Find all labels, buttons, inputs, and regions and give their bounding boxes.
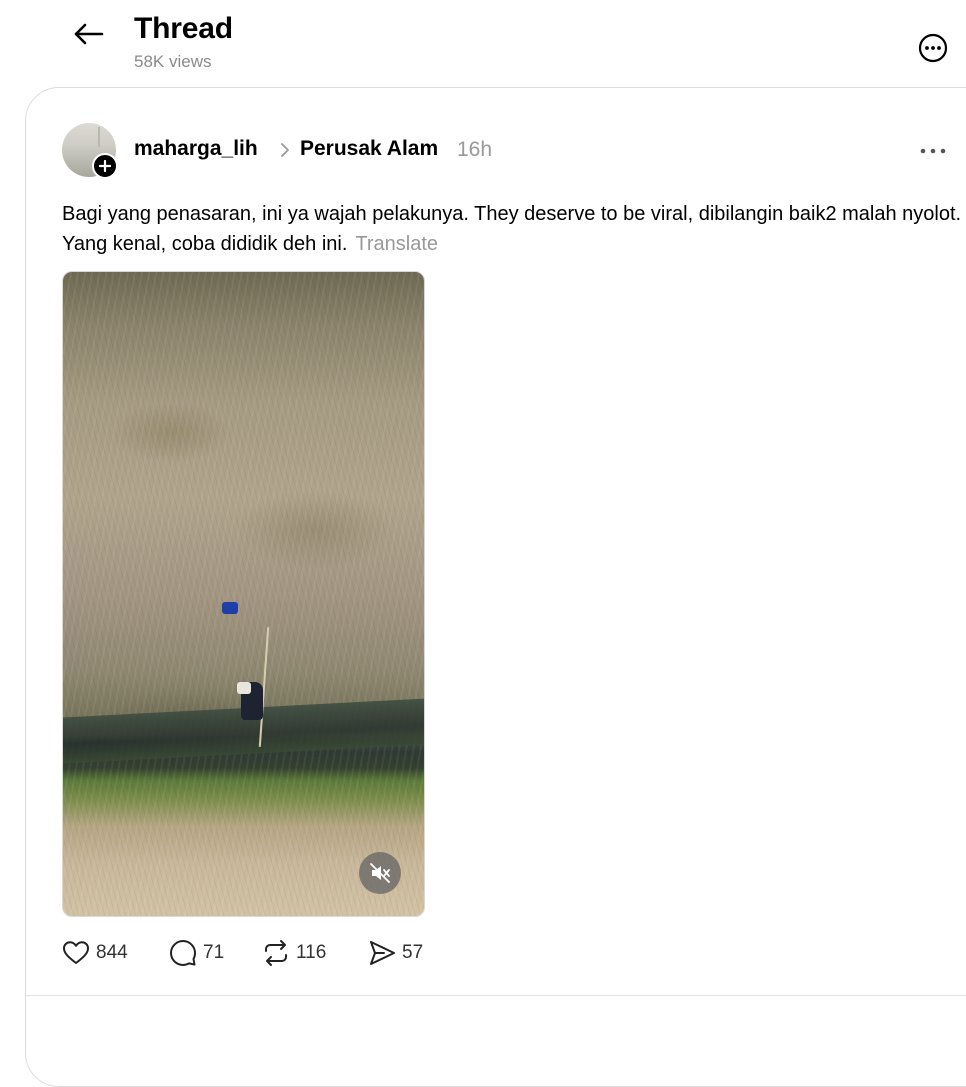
person-head <box>237 682 251 694</box>
header-more-button[interactable] <box>917 32 949 64</box>
translate-link[interactable]: Translate <box>355 233 438 255</box>
post-timestamp[interactable]: 16h <box>457 138 492 162</box>
reply-button[interactable]: 71 <box>169 936 224 970</box>
reply-count: 71 <box>203 942 225 963</box>
repost-icon <box>265 940 287 966</box>
blue-bag <box>222 602 238 614</box>
view-count: 58K views <box>134 52 212 71</box>
mute-toggle-button[interactable] <box>359 852 401 894</box>
page-title: Thread <box>134 12 233 45</box>
back-button[interactable] <box>68 14 108 54</box>
post-more-button[interactable] <box>914 136 952 166</box>
chevron-right-icon <box>281 143 289 157</box>
topic-tag[interactable]: Perusak Alam <box>300 137 438 161</box>
post-video[interactable] <box>62 271 425 917</box>
plus-icon <box>99 160 111 172</box>
repost-count: 116 <box>296 942 327 963</box>
post-text: Bagi yang penasaran, ini ya wajah pelaku… <box>62 203 962 255</box>
speaker-muted-icon <box>370 863 390 883</box>
like-button[interactable]: 844 <box>62 936 128 970</box>
video-frame <box>63 272 424 916</box>
post-divider <box>26 995 966 996</box>
heart-icon <box>63 941 89 964</box>
like-count: 844 <box>96 942 128 963</box>
arrow-left-icon <box>74 23 104 45</box>
thread-header: Thread 58K views <box>0 0 966 86</box>
author-username[interactable]: maharga_lih <box>134 137 258 161</box>
ellipsis-circle-icon <box>918 33 948 63</box>
post-body: Bagi yang penasaran, ini ya wajah pelaku… <box>62 199 962 259</box>
send-icon <box>370 941 395 965</box>
author-avatar[interactable] <box>62 123 118 179</box>
share-count: 57 <box>402 942 424 963</box>
follow-button[interactable] <box>92 153 118 179</box>
repost-button[interactable]: 116 <box>262 936 326 970</box>
comment-icon <box>170 940 196 966</box>
ellipsis-icon <box>920 148 946 154</box>
share-button[interactable]: 57 <box>368 936 423 970</box>
